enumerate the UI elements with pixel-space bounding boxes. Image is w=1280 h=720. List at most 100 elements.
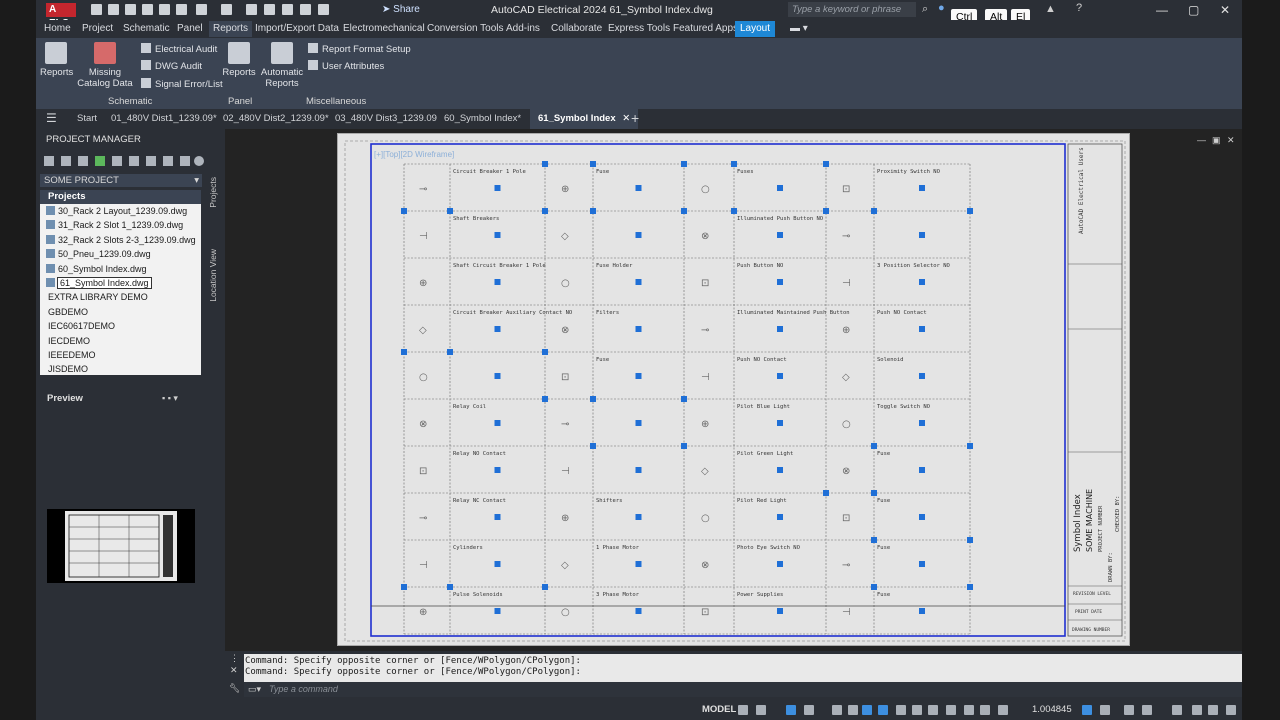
minimize-icon[interactable]: — bbox=[1156, 3, 1168, 17]
tree-file[interactable]: 30_Rack 2 Layout_1239.09.dwg bbox=[40, 204, 201, 218]
settings-icon[interactable] bbox=[300, 4, 311, 15]
doc-tab-03[interactable]: 03_480V Dist3_1239.09 bbox=[335, 113, 437, 124]
annotation-scale-icon[interactable] bbox=[946, 705, 956, 715]
report-format-setup-button[interactable]: Report Format Setup bbox=[308, 43, 411, 55]
tree-library[interactable]: IEEEDEMO bbox=[40, 348, 201, 362]
workspace-icon[interactable] bbox=[964, 705, 974, 715]
user-attributes-button[interactable]: User Attributes bbox=[308, 60, 384, 72]
undo-icon[interactable] bbox=[196, 4, 207, 15]
drawing-sheet[interactable]: ⊸ Circuit Breaker 1 Pole ⊕ Fuse ○ Fuses ⊡ Proxi… bbox=[337, 133, 1130, 646]
side-tab-projects[interactable]: Projects bbox=[208, 177, 218, 208]
automatic-reports-button[interactable]: Automatic Reports bbox=[260, 42, 304, 89]
clean-screen-icon[interactable] bbox=[1192, 705, 1202, 715]
tab-add-ins[interactable]: Add-ins bbox=[506, 23, 540, 34]
tree-library[interactable]: GBDEMO bbox=[40, 305, 201, 319]
add-icon[interactable] bbox=[1124, 705, 1134, 715]
preview-options-icon[interactable]: ▪ ▪ ▾ bbox=[162, 393, 178, 404]
command-input[interactable]: Type a command bbox=[244, 682, 1242, 697]
menu-icon[interactable] bbox=[1226, 705, 1236, 715]
tree-file[interactable]: 32_Rack 2 Slots 2-3_1239.09.dwg bbox=[40, 233, 201, 247]
forward-arrow-icon[interactable] bbox=[282, 4, 293, 15]
viewport-controls[interactable]: [+][Top][2D Wireframe] bbox=[374, 150, 454, 159]
project-properties-icon[interactable] bbox=[129, 156, 139, 166]
tab-express-tools[interactable]: Express Tools bbox=[608, 23, 670, 34]
new-tab-icon[interactable]: + bbox=[631, 110, 639, 126]
plot-icon[interactable] bbox=[246, 4, 257, 15]
isodraft-icon[interactable] bbox=[832, 705, 842, 715]
doc-tab-60[interactable]: 60_Symbol Index* bbox=[444, 113, 521, 124]
doc-tab-01[interactable]: 01_480V Dist1_1239.09* bbox=[111, 113, 217, 124]
viewport-restore-icon[interactable]: ▣ bbox=[1212, 135, 1221, 146]
tab-electromechanical[interactable]: Electromechanical bbox=[343, 23, 425, 34]
new-project-tool-icon[interactable] bbox=[61, 156, 71, 166]
drawing-list-icon[interactable] bbox=[146, 156, 156, 166]
model-space-toggle[interactable]: MODEL bbox=[702, 704, 736, 715]
open-project-tool-icon[interactable] bbox=[44, 156, 54, 166]
tab-home[interactable]: Home bbox=[44, 23, 71, 34]
open-file-icon[interactable] bbox=[108, 4, 119, 15]
snap-icon[interactable] bbox=[756, 705, 766, 715]
app-logo[interactable]: A ELC bbox=[46, 3, 76, 29]
settings-gear-icon[interactable] bbox=[1100, 705, 1110, 715]
tree-library[interactable]: IECDEMO bbox=[40, 334, 201, 348]
side-tab-location-view[interactable]: Location View bbox=[208, 249, 218, 302]
doc-tab-start[interactable]: Start bbox=[77, 113, 97, 124]
open-project-icon[interactable] bbox=[176, 4, 187, 15]
object-snap-icon[interactable] bbox=[862, 705, 872, 715]
user-icon[interactable]: ● bbox=[938, 2, 945, 14]
grid-icon[interactable] bbox=[738, 705, 748, 715]
polar-icon[interactable] bbox=[804, 705, 814, 715]
tree-library[interactable]: JISDEMO bbox=[40, 362, 201, 375]
viewport-minimize-icon[interactable]: — bbox=[1197, 135, 1206, 145]
menu-icon[interactable]: ☰ bbox=[46, 111, 57, 125]
units-icon[interactable] bbox=[1142, 705, 1152, 715]
project-dropdown[interactable]: SOME PROJECT ▾ bbox=[40, 174, 202, 187]
keyword-search-input[interactable]: Type a keyword or phrase bbox=[788, 2, 916, 17]
tab-featured-apps[interactable]: Featured Apps bbox=[673, 23, 738, 34]
tab-schematic[interactable]: Schematic bbox=[123, 23, 170, 34]
refresh-icon[interactable] bbox=[95, 156, 105, 166]
save-icon[interactable] bbox=[142, 4, 153, 15]
lock-icon[interactable] bbox=[980, 705, 990, 715]
scale-readout[interactable]: 1.004845 bbox=[1032, 704, 1072, 715]
object-snap-tracking-icon[interactable] bbox=[848, 705, 858, 715]
tab-layout[interactable]: Layout bbox=[735, 21, 776, 37]
maximize-icon[interactable]: ▢ bbox=[1188, 3, 1199, 17]
tree-file[interactable]: 31_Rack 2 Slot 1_1239.09.dwg bbox=[40, 218, 201, 232]
redo-icon[interactable] bbox=[221, 4, 232, 15]
new-file-icon[interactable] bbox=[91, 4, 102, 15]
ortho-icon[interactable] bbox=[786, 705, 796, 715]
electrical-audit-button[interactable]: Electrical Audit bbox=[141, 43, 217, 55]
panel-reports-button[interactable]: Reports bbox=[222, 42, 256, 78]
open-web-icon[interactable] bbox=[125, 4, 136, 15]
tab-collaborate[interactable]: Collaborate bbox=[551, 23, 602, 34]
close-icon[interactable]: ✕ bbox=[1220, 3, 1230, 17]
annotation-monitor-icon[interactable] bbox=[1082, 705, 1092, 715]
tab-conversion-tools[interactable]: Conversion Tools bbox=[427, 23, 504, 34]
close-command-icon[interactable]: ✕ bbox=[230, 665, 238, 676]
transparency-icon[interactable] bbox=[912, 705, 922, 715]
selection-cycling-icon[interactable] bbox=[878, 705, 888, 715]
new-drawing-tool-icon[interactable] bbox=[78, 156, 88, 166]
customization-icon[interactable] bbox=[1208, 705, 1218, 715]
tree-library[interactable]: IEC60617DEMO bbox=[40, 319, 201, 333]
schematic-reports-button[interactable]: Reports bbox=[40, 42, 73, 78]
plot-tool-icon[interactable] bbox=[180, 156, 190, 166]
help-tool-icon[interactable] bbox=[194, 156, 204, 166]
missing-catalog-data-button[interactable]: Missing Catalog Data bbox=[74, 42, 136, 89]
help-icon[interactable]: ? bbox=[1076, 2, 1082, 14]
help-arrow-icon[interactable]: ▲ bbox=[1045, 3, 1056, 15]
dwg-audit-button[interactable]: DWG Audit bbox=[141, 60, 202, 72]
close-tab-icon[interactable]: ✕ bbox=[622, 113, 630, 124]
save-as-icon[interactable] bbox=[159, 4, 170, 15]
back-arrow-icon[interactable] bbox=[264, 4, 275, 15]
publish-icon[interactable] bbox=[163, 156, 173, 166]
grip-handle-icon[interactable]: ⋮ bbox=[230, 653, 239, 664]
tab-project[interactable]: Project bbox=[82, 23, 113, 34]
doc-tab-02[interactable]: 02_480V Dist2_1239.09* bbox=[223, 113, 329, 124]
tree-file[interactable]: 50_Pneu_1239.09.dwg bbox=[40, 247, 201, 261]
customize-wrench-icon[interactable]: 🔧︎ bbox=[229, 683, 240, 694]
project-tasks-icon[interactable] bbox=[112, 156, 122, 166]
lineweight-icon[interactable] bbox=[896, 705, 906, 715]
tree-file-selected[interactable]: 61_Symbol Index.dwg bbox=[40, 276, 201, 290]
